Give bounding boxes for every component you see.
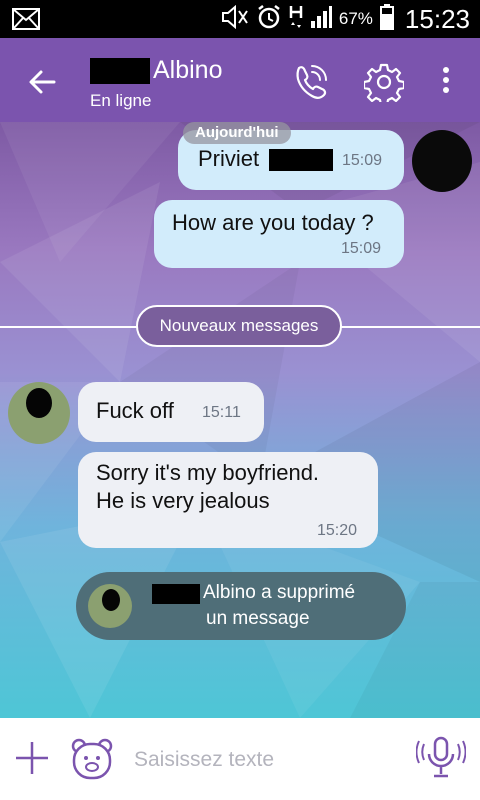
message-text: Priviet	[198, 146, 334, 172]
message-bubble-outgoing[interactable]: How are you today ? 15:09	[154, 200, 404, 268]
plus-icon[interactable]	[12, 738, 52, 778]
redaction-block	[90, 57, 150, 84]
chat-thread[interactable]: Priviet 15:09 Aujourd'hui How are you to…	[0, 122, 480, 718]
system-message: Albino a supprimé un message	[76, 572, 406, 640]
alarm-icon	[256, 4, 282, 35]
message-time: 15:20	[317, 522, 358, 539]
redaction-block	[152, 584, 200, 604]
chat-header: Albino En ligne	[0, 38, 480, 122]
avatar[interactable]	[412, 130, 472, 192]
message-time: 15:11	[202, 404, 241, 421]
message-bubble-incoming[interactable]: Fuck off 15:11	[78, 382, 264, 442]
status-bar: 67% 15:23	[0, 0, 480, 38]
phone-icon[interactable]	[290, 62, 330, 107]
microphone-icon[interactable]	[415, 734, 467, 780]
message-time: 15:09	[341, 240, 382, 257]
message-time: 15:09	[342, 152, 383, 169]
data-h-icon	[289, 4, 303, 35]
gear-icon[interactable]	[362, 62, 406, 107]
more-vert-icon[interactable]	[438, 66, 454, 101]
message-text: How are you today ?	[172, 210, 374, 235]
contact-title[interactable]: Albino	[90, 56, 223, 85]
contact-name: Albino	[153, 56, 223, 84]
battery-percent: 67%	[338, 9, 373, 28]
message-text-line: Sorry it's my boyfriend.	[96, 460, 320, 485]
back-arrow-icon[interactable]	[24, 64, 60, 100]
message-bubble-incoming[interactable]: Sorry it's my boyfriend. He is very jeal…	[78, 452, 378, 548]
message-composer: Saisissez texte	[0, 718, 480, 800]
message-text: Fuck off	[96, 398, 174, 423]
mute-icon	[221, 4, 249, 34]
system-message-line: un message	[206, 608, 310, 629]
avatar	[88, 584, 132, 628]
new-messages-label: Nouveaux messages	[136, 305, 342, 347]
sticker-bear-icon[interactable]	[70, 737, 114, 781]
mail-icon	[12, 8, 40, 35]
avatar[interactable]	[8, 382, 70, 444]
signal-icon	[310, 5, 332, 34]
message-text-line: He is very jealous	[96, 488, 270, 513]
system-message-line: Albino a supprimé	[203, 582, 356, 603]
status-time: 15:23	[404, 3, 470, 34]
battery-icon	[379, 3, 394, 35]
contact-status: En ligne	[90, 91, 152, 110]
date-separator: Aujourd'hui	[183, 122, 291, 144]
message-input[interactable]: Saisissez texte	[134, 748, 274, 772]
